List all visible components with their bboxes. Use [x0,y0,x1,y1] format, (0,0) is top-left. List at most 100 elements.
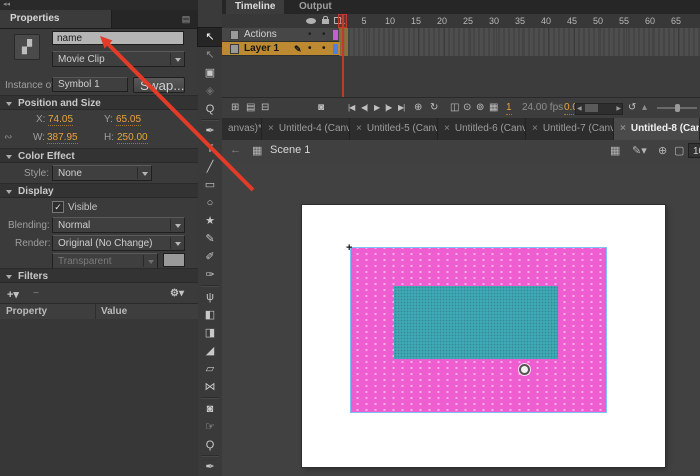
paint-bucket-tool[interactable]: ◧ [198,306,222,324]
reset-timeline-zoom-button[interactable]: ↺ [628,102,636,114]
x-value[interactable]: 74.05 [48,114,73,126]
document-tab-untitled8-active[interactable]: ×Untitled-8 (Canva [614,118,700,140]
go-last-frame-button[interactable]: ▶| [398,102,404,114]
add-filter-button[interactable]: +▾ [7,288,19,301]
new-layer-button[interactable]: ⊞ [231,102,239,114]
bone-tool[interactable]: ψ [198,288,222,306]
matte-color-swatch[interactable] [163,253,185,267]
inner-teal-rect[interactable] [394,286,558,359]
blending-dropdown[interactable]: Normal [52,217,185,233]
playhead-line[interactable] [342,14,344,97]
scroll-left-icon[interactable]: ◀ [577,105,582,112]
subselection-tool[interactable]: ↖ [198,46,222,64]
tab-output[interactable]: Output [290,0,341,14]
edit-symbols-button[interactable]: ✎▾ [632,144,647,157]
current-frame-value[interactable]: 1 [506,102,512,115]
document-tab-untitled4[interactable]: ×Untitled-4 (Canvas)* [262,118,350,140]
step-back-button[interactable]: ◀| [361,102,367,114]
close-tab-icon[interactable]: × [620,123,626,134]
lock-all-icon[interactable] [322,19,329,24]
style-dropdown[interactable]: None [52,165,152,181]
render-dropdown[interactable]: Original (No Change) [52,235,185,251]
delete-layer-button[interactable]: ⊟ [261,102,269,114]
camera-button[interactable]: ◙ [318,102,324,114]
close-tab-icon[interactable]: × [444,123,450,134]
zoom-tool[interactable]: Ϙ [198,436,222,454]
center-frame-button[interactable]: ⊕ [414,102,422,114]
document-tab-untitled7[interactable]: ×Untitled-7 (Canvas)* [526,118,614,140]
scrollbar-thumb[interactable] [585,104,598,112]
h-value[interactable]: 250.00 [117,132,148,144]
section-color-effect[interactable]: Color Effect [0,148,198,163]
layer-name[interactable]: Actions [244,28,277,42]
polystar-tool[interactable]: ★ [198,212,222,230]
loop-button[interactable]: ↻ [430,102,438,114]
layer-lock-dot[interactable]: • [322,28,326,42]
frame-grid-layer1[interactable] [340,42,700,57]
close-tab-icon[interactable]: × [356,123,362,134]
scroll-right-icon[interactable]: ▶ [616,105,621,112]
pen-tool[interactable]: ✒ [198,122,222,140]
fps-value[interactable]: 24.00 fps [522,102,563,114]
layer-visibility-dot[interactable]: • [308,42,312,56]
lasso-tool[interactable]: Q [198,100,222,118]
3d-rotation-tool[interactable]: ◈ [198,82,222,100]
center-stage-button[interactable]: ⊕ [658,144,667,157]
go-first-frame-button[interactable]: |◀ [348,102,354,114]
filter-options-button[interactable]: ⚙▾ [170,288,184,299]
step-forward-button[interactable]: |▶ [385,102,391,114]
text-tool[interactable]: T [198,140,222,158]
section-display[interactable]: Display [0,183,198,198]
y-value[interactable]: 65.05 [116,114,141,126]
swap-button[interactable]: Swap... [133,77,185,93]
timeline-zoom-slider[interactable] [657,107,697,109]
tab-properties[interactable]: Properties [0,10,112,28]
hand-tool[interactable]: ☞ [198,418,222,436]
line-tool[interactable]: ╱ [198,158,222,176]
selected-movieclip-pink-rect[interactable]: + [350,247,607,413]
scene-breadcrumb[interactable]: Scene 1 [270,144,310,156]
layer-visibility-dot[interactable]: • [308,28,312,42]
document-tab-untitled6[interactable]: ×Untitled-6 (Canvas)* [438,118,526,140]
visible-checkbox[interactable]: ✓ [52,201,64,213]
panel-collapse-button[interactable]: ◂◂ [0,0,198,10]
instance-name-input[interactable] [52,31,184,45]
close-tab-icon[interactable]: × [532,123,538,134]
link-width-height-icon[interactable]: ∾ [4,132,12,143]
play-button[interactable]: ▶ [374,102,379,114]
panel-menu-icon[interactable]: ▤ [180,14,192,24]
onion-skin-button[interactable]: ◫ [450,102,459,114]
frame-grid-actions[interactable] [340,28,700,43]
tab-timeline[interactable]: Timeline [226,0,284,14]
zoom-slider-thumb[interactable] [675,104,680,112]
back-icon[interactable]: ← [230,144,241,156]
document-tab-partial[interactable]: anvas)* [222,118,262,140]
symbol-type-dropdown[interactable]: Movie Clip [52,51,185,67]
close-tab-icon[interactable]: × [268,123,274,134]
layer-outline-color-swatch[interactable] [333,30,338,40]
timeline-scrollbar[interactable]: ◀ ▶ [575,103,623,115]
edit-multiple-frames-button[interactable]: ⊚ [476,102,484,114]
section-filters[interactable]: Filters [0,268,198,283]
layer-row-actions[interactable]: Actions • • [222,28,340,42]
layer-name[interactable]: Layer 1 [244,42,279,56]
oval-tool[interactable]: ○ [198,194,222,212]
new-folder-button[interactable]: ▤ [246,102,255,114]
ink-bottle-tool[interactable]: ◨ [198,324,222,342]
w-value[interactable]: 387.95 [47,132,78,144]
layer-row-layer1[interactable]: Layer 1 ✎ • • [222,42,340,56]
rectangle-tool[interactable]: ▭ [198,176,222,194]
clip-content-button[interactable]: ▢ [674,144,684,157]
document-tab-untitled5[interactable]: ×Untitled-5 (Canvas)* [350,118,438,140]
stroke-color-tool[interactable]: ✒ [198,458,222,476]
eraser-tool[interactable]: ▱ [198,360,222,378]
eyedropper-tool[interactable]: ◢ [198,342,222,360]
selection-tool[interactable]: ↖ [198,28,222,46]
camera-tool[interactable]: ◙ [198,400,222,418]
brush-tool[interactable]: ✐ [198,248,222,266]
free-transform-tool[interactable]: ▣ [198,64,222,82]
stage[interactable]: + [302,205,665,467]
transformation-point-icon[interactable] [519,364,530,375]
onion-outline-button[interactable]: ⊙ [463,102,471,114]
pasteboard[interactable]: + [222,162,700,476]
